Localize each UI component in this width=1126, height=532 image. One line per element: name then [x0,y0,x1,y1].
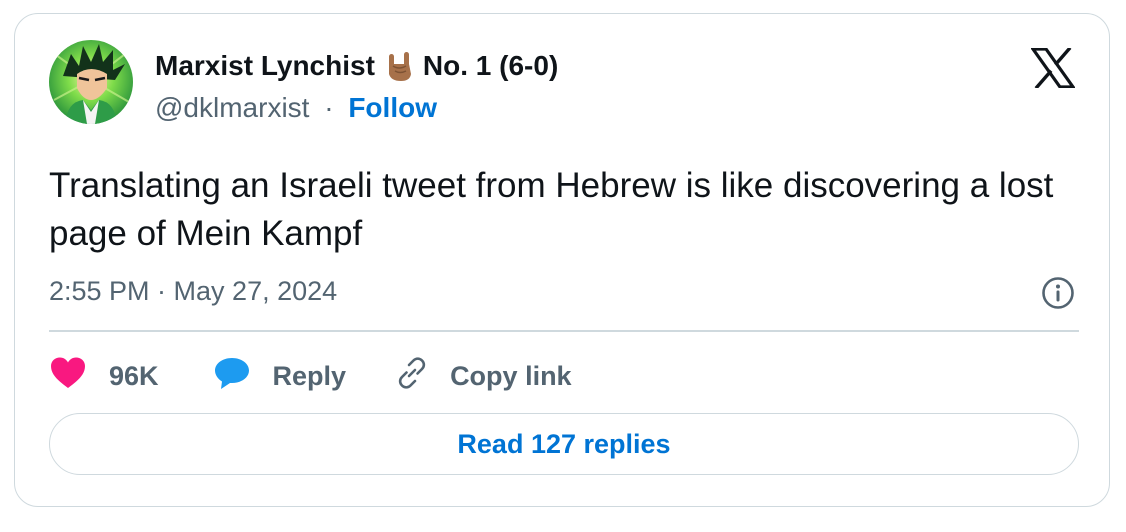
author-handle-row: @dklmarxist · Follow [155,92,437,124]
author-handle[interactable]: @dklmarxist [155,92,309,123]
tweet-timestamp[interactable]: 2:55 PM · May 27, 2024 [49,276,337,307]
link-icon [394,355,430,398]
x-logo-icon[interactable] [1029,46,1077,90]
read-replies-button[interactable]: Read 127 replies [49,413,1079,475]
handle-separator: · [324,92,334,123]
heart-icon [49,356,87,397]
follow-button[interactable]: Follow [348,92,437,123]
like-count: 96K [109,360,159,391]
author-name-row[interactable]: Marxist Lynchist No. 1 (6-0) [155,50,558,82]
author-name-suffix: No. 1 (6-0) [422,50,559,81]
rock-on-hand-emoji-icon [385,50,415,82]
info-icon[interactable] [1041,276,1075,310]
copy-link-button[interactable]: Copy link [394,355,572,398]
action-bar: 96K Reply Copy link [49,354,572,398]
tweet-card: Marxist Lynchist No. 1 (6-0) @dklmarxist… [14,13,1110,507]
avatar[interactable] [49,40,133,124]
tweet-text: Translating an Israeli tweet from Hebrew… [49,166,1054,253]
like-button[interactable]: 96K [49,356,159,397]
reply-label: Reply [272,360,347,391]
author-display-name[interactable]: Marxist Lynchist [155,50,375,82]
divider [49,330,1079,332]
speech-bubble-icon [213,356,251,397]
reply-button[interactable]: Reply [213,356,347,397]
copy-link-label: Copy link [450,360,572,391]
